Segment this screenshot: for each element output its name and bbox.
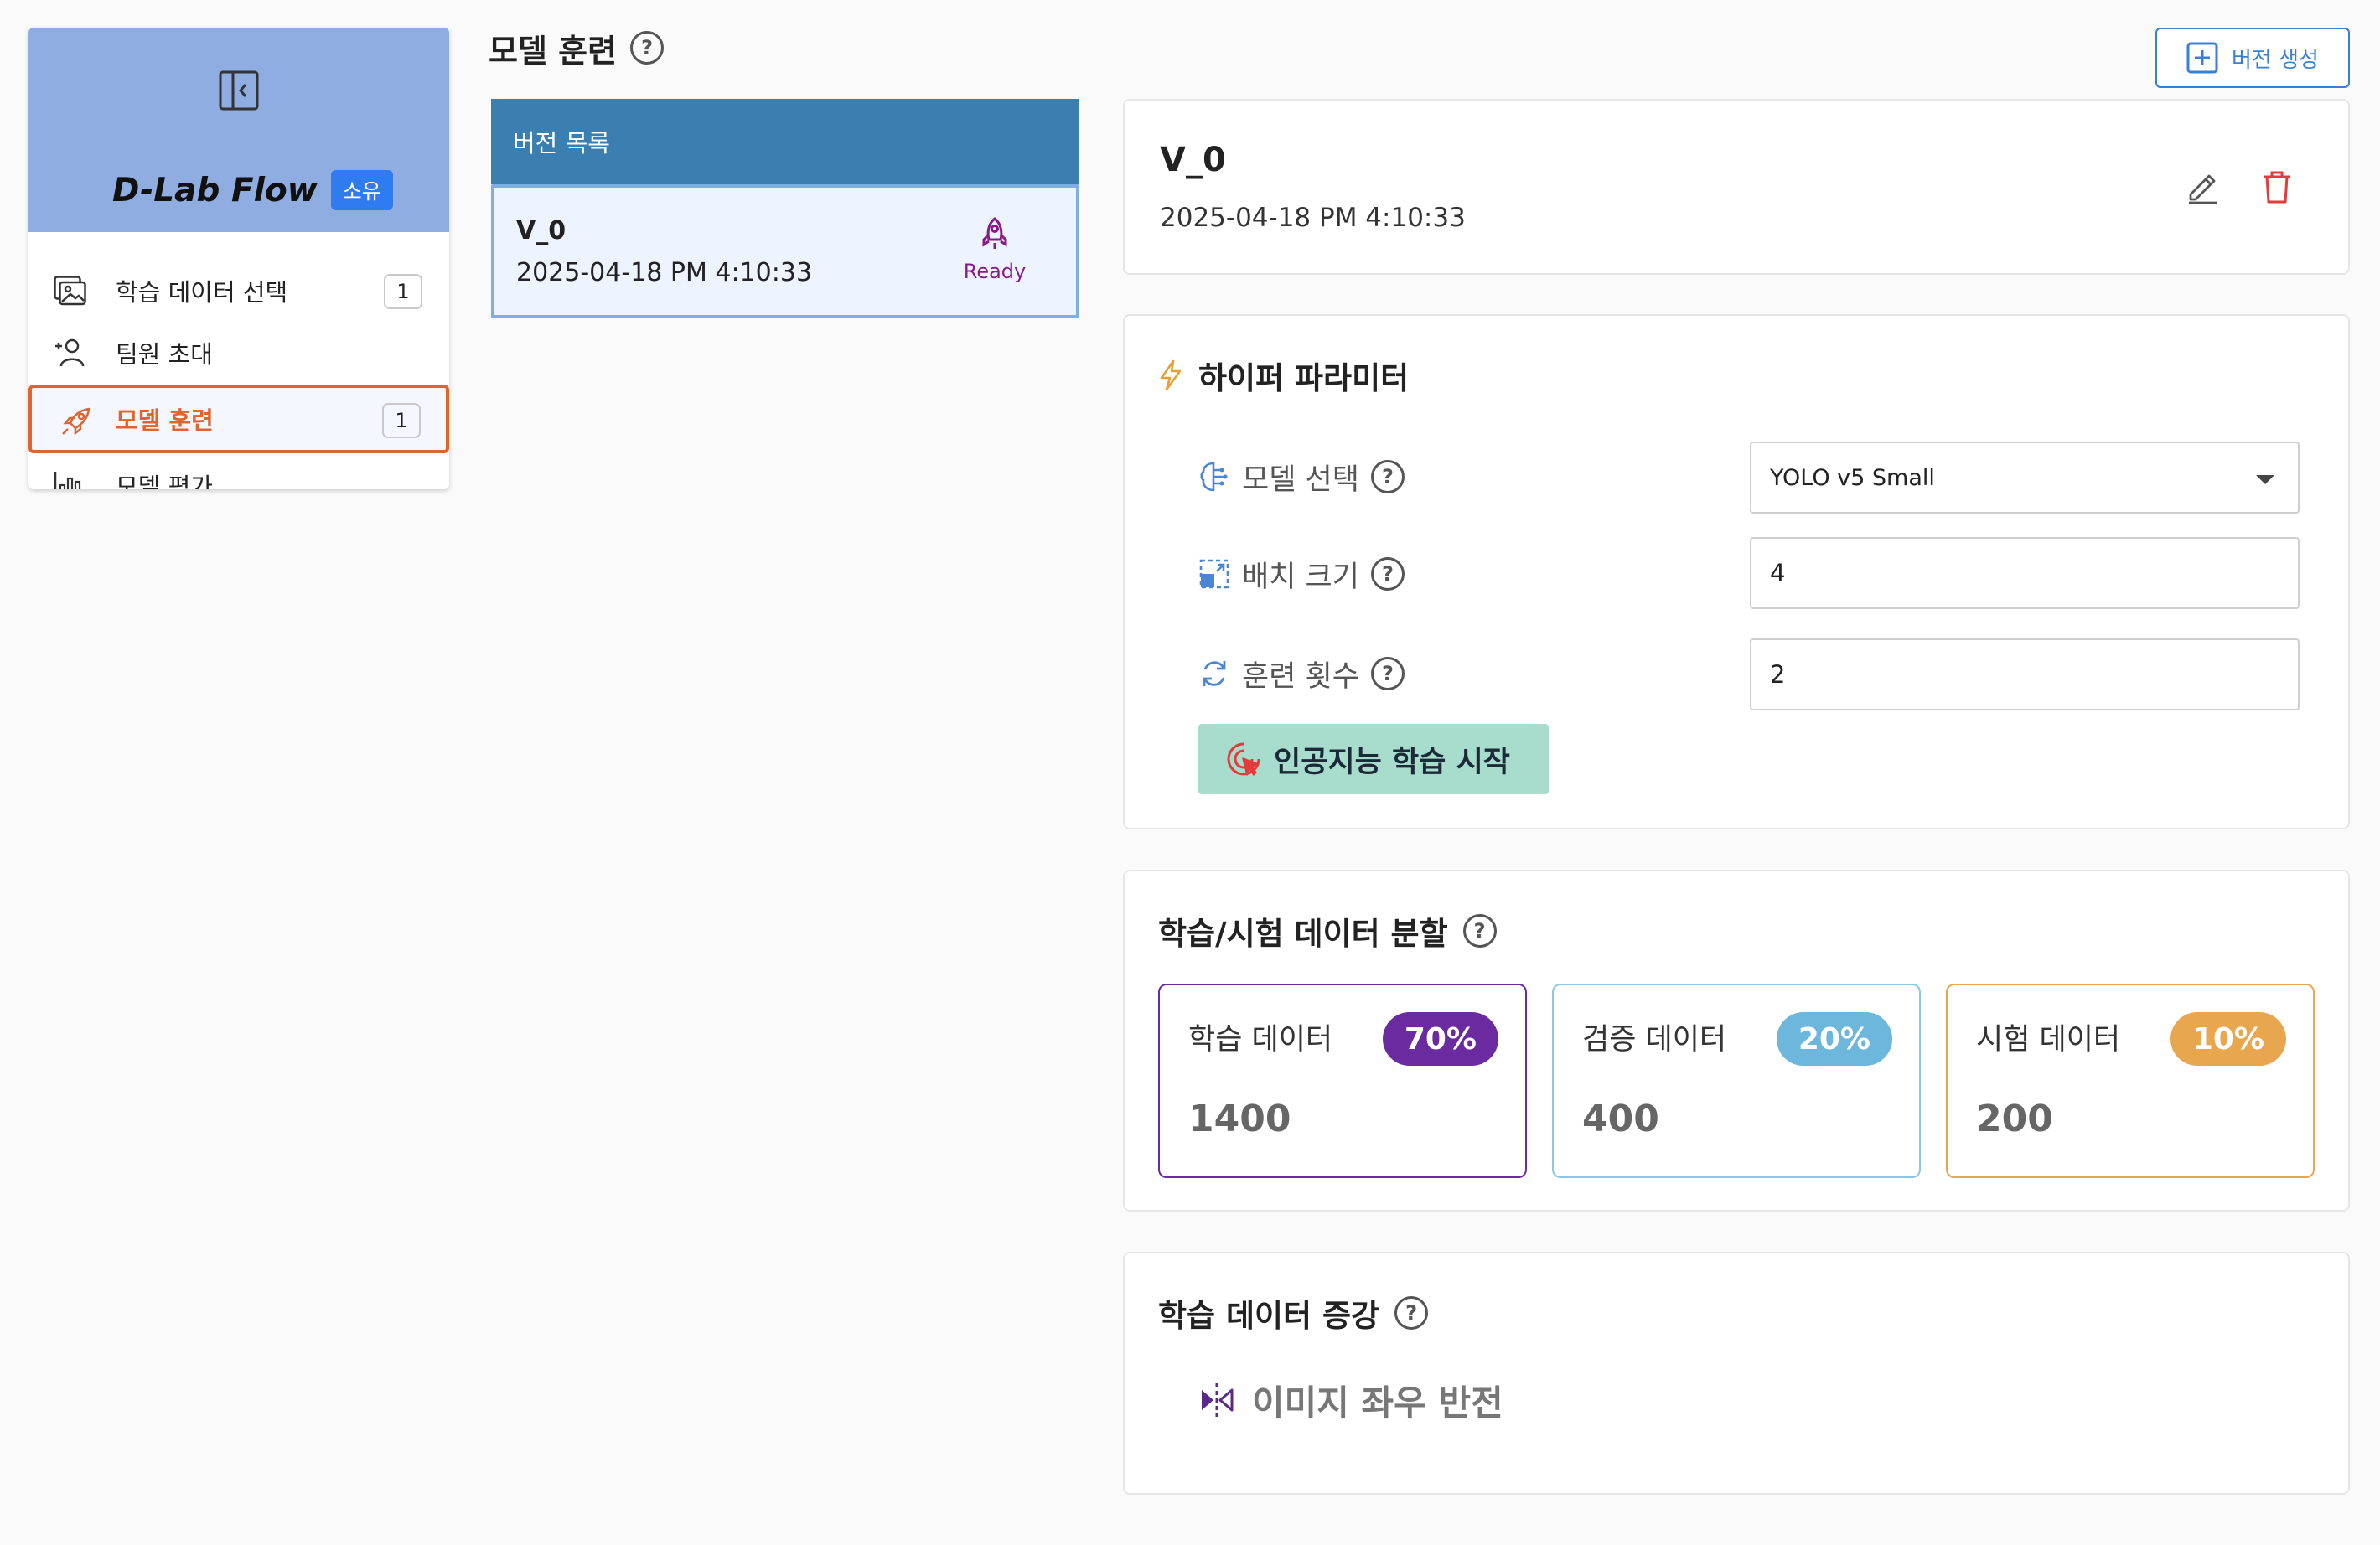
validation-split-count: 400 (1582, 1098, 1659, 1140)
caret-down-icon (2256, 475, 2274, 484)
ownership-badge: 소유 (330, 170, 393, 210)
train-split-percent: 70% (1382, 1012, 1498, 1066)
page-title: 모델 훈련 ? (489, 25, 665, 70)
count-badge: 1 (384, 274, 422, 309)
flip-horizontal-icon (1198, 1382, 1235, 1418)
batch-size-value: 4 (1770, 559, 1786, 587)
augmentation-item-horizontal-flip[interactable]: 이미지 좌우 반전 (1198, 1377, 1503, 1424)
validation-split-percent: 20% (1776, 1012, 1892, 1066)
version-list-header: 버전 목록 (491, 99, 1079, 184)
version-detail-name: V_0 (1160, 141, 1226, 179)
rocket-status-icon (955, 216, 1034, 251)
sidebar: D-Lab Flow 소유 학습 데이터 선택 1 팀원 초대 모델 훈련 1 … (28, 28, 449, 489)
help-icon[interactable]: ? (1370, 557, 1405, 591)
data-split-title-text: 학습/시험 데이터 분할 (1158, 916, 1448, 952)
add-user-icon (54, 338, 87, 368)
augmentation-item-label: 이미지 좌우 반전 (1252, 1382, 1503, 1424)
augmentation-title-text: 학습 데이터 증강 (1158, 1298, 1380, 1334)
start-training-label: 인공지능 학습 시작 (1274, 745, 1510, 779)
create-version-button[interactable]: 버전 생성 (2155, 28, 2350, 88)
hyperparameter-card: 하이퍼 파라미터 모델 선택 ? YOLO v5 Small 배치 크기 ? 4… (1123, 314, 2350, 829)
data-split-card: 학습/시험 데이터 분할 ? 학습 데이터 70% 1400 검증 데이터 20… (1123, 870, 2350, 1212)
model-select-label: 모델 선택 (1242, 462, 1359, 497)
epoch-value: 2 (1770, 660, 1786, 689)
refresh-icon (1198, 658, 1230, 690)
data-split-title: 학습/시험 데이터 분할 ? (1158, 908, 1497, 953)
page-title-text: 모델 훈련 (489, 32, 618, 70)
model-select-value: YOLO v5 Small (1770, 464, 1935, 491)
edit-icon[interactable] (2186, 169, 2221, 204)
help-icon[interactable]: ? (1462, 914, 1497, 948)
sidebar-item-label: 모델 평가 (116, 473, 213, 489)
start-training-button[interactable]: 인공지능 학습 시작 (1198, 724, 1549, 794)
train-split-label: 학습 데이터 (1188, 1023, 1333, 1057)
version-date: 2025-04-18 PM 4:10:33 (516, 258, 813, 287)
version-detail-card: V_0 2025-04-18 PM 4:10:33 (1123, 99, 2350, 275)
resize-icon (1198, 558, 1230, 590)
collapse-sidebar-icon[interactable] (218, 70, 260, 111)
epoch-input[interactable]: 2 (1750, 638, 2300, 710)
sidebar-item-model-training[interactable]: 모델 훈련 1 (28, 385, 449, 453)
epoch-label: 훈련 횟수 (1242, 659, 1359, 694)
bar-chart-icon (54, 470, 87, 489)
version-list-item[interactable]: V_0 2025-04-18 PM 4:10:33 Ready (491, 184, 1079, 318)
model-select-row: 모델 선택 ? (1198, 453, 1405, 500)
sidebar-item-label: 팀원 초대 (116, 340, 213, 369)
trash-icon[interactable] (2259, 169, 2295, 204)
batch-size-label: 배치 크기 (1242, 560, 1359, 594)
sidebar-item-model-evaluation[interactable]: 모델 평가 (28, 453, 449, 489)
sidebar-item-invite-member[interactable]: 팀원 초대 (28, 321, 449, 385)
plus-square-icon (2186, 42, 2218, 74)
brain-icon (1198, 460, 1230, 493)
batch-size-row: 배치 크기 ? (1198, 550, 1405, 597)
validation-split-label: 검증 데이터 (1582, 1023, 1727, 1057)
model-select-dropdown[interactable]: YOLO v5 Small (1750, 442, 2300, 514)
batch-size-input[interactable]: 4 (1750, 537, 2300, 609)
test-split-label: 시험 데이터 (1976, 1023, 2121, 1057)
augmentation-card: 학습 데이터 증강 ? 이미지 좌우 반전 (1123, 1252, 2350, 1495)
test-split-percent: 10% (2170, 1012, 2286, 1066)
sidebar-header: D-Lab Flow 소유 (28, 28, 449, 232)
create-version-label: 버전 생성 (2232, 47, 2319, 73)
image-gallery-icon (54, 276, 87, 306)
count-badge: 1 (382, 403, 421, 438)
version-name: V_0 (516, 216, 567, 245)
test-split-count: 200 (1976, 1098, 2053, 1140)
lightning-icon (1158, 359, 1183, 391)
help-icon[interactable]: ? (630, 31, 665, 65)
hyperparameter-title: 하이퍼 파라미터 (1158, 353, 1409, 398)
help-icon[interactable]: ? (1370, 460, 1405, 493)
sidebar-item-label: 모델 훈련 (116, 406, 214, 435)
version-status: Ready (955, 216, 1034, 283)
sidebar-item-label: 학습 데이터 선택 (116, 278, 288, 307)
brand-name: D-Lab Flow (112, 171, 318, 209)
version-status-label: Ready (963, 260, 1027, 283)
train-split-count: 1400 (1188, 1098, 1291, 1140)
target-cursor-icon (1225, 741, 1262, 778)
epoch-row: 훈련 횟수 ? (1198, 650, 1405, 697)
train-split-box: 학습 데이터 70% 1400 (1158, 984, 1527, 1178)
augmentation-title: 학습 데이터 증강 ? (1158, 1290, 1429, 1336)
validation-split-box: 검증 데이터 20% 400 (1552, 984, 1921, 1178)
rocket-icon (60, 406, 94, 437)
version-detail-date: 2025-04-18 PM 4:10:33 (1160, 203, 1466, 233)
test-split-box: 시험 데이터 10% 200 (1946, 984, 2315, 1178)
brand: D-Lab Flow 소유 (112, 168, 393, 212)
sidebar-item-select-data[interactable]: 학습 데이터 선택 1 (28, 259, 449, 323)
help-icon[interactable]: ? (1394, 1296, 1429, 1330)
hyperparameter-title-text: 하이퍼 파라미터 (1198, 360, 1410, 396)
help-icon[interactable]: ? (1370, 657, 1405, 690)
